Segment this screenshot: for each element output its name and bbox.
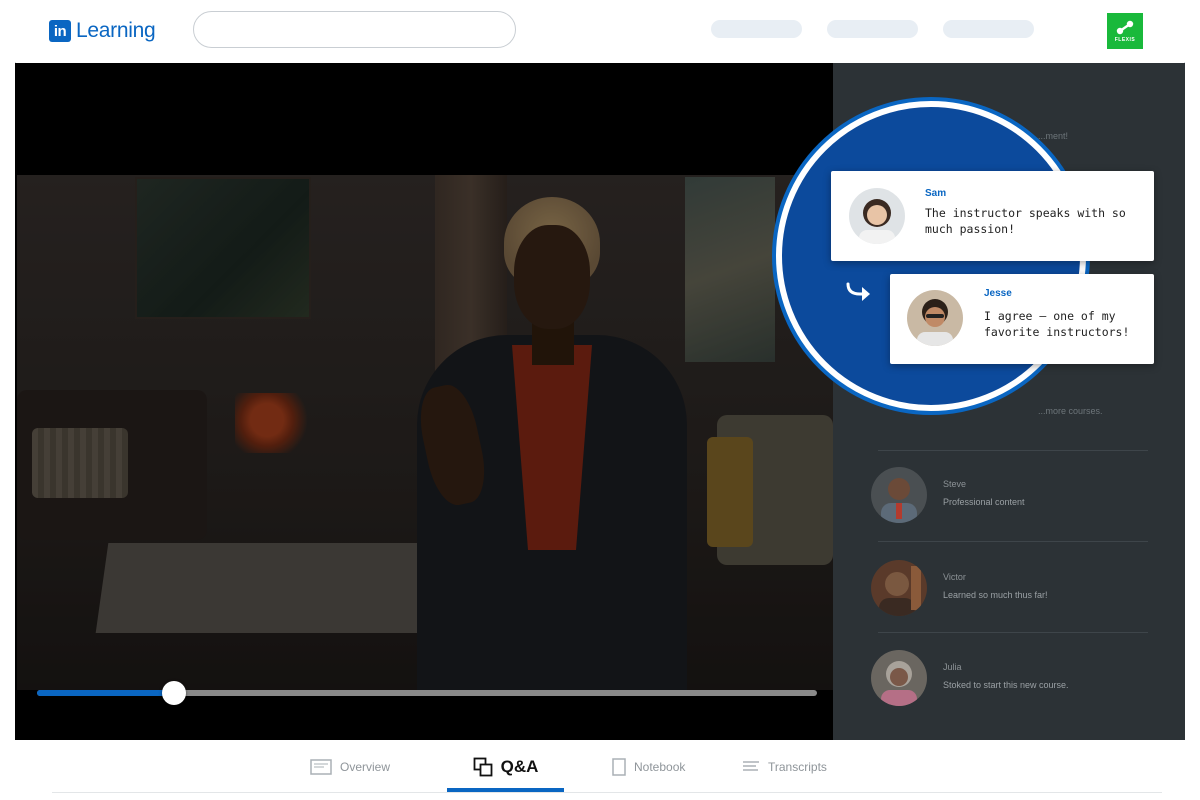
video-progress-bar[interactable] bbox=[37, 681, 817, 705]
progress-scrubber[interactable] bbox=[161, 681, 186, 705]
avatar bbox=[907, 290, 963, 346]
video-dim-overlay bbox=[17, 175, 833, 690]
divider bbox=[878, 632, 1148, 633]
course-tabs: Overview Q&A Notebook Transcripts bbox=[15, 740, 1185, 800]
nav-placeholder-3[interactable] bbox=[943, 20, 1034, 38]
comment-author: Victor bbox=[943, 572, 966, 582]
linkedin-learning-logo[interactable]: in Learning bbox=[49, 18, 156, 44]
tab-notebook[interactable]: Notebook bbox=[612, 754, 685, 780]
avatar-julia-icon bbox=[871, 650, 927, 706]
transcripts-icon bbox=[742, 760, 760, 774]
reply-arrow-icon bbox=[846, 282, 870, 301]
avatar-victor-icon bbox=[871, 560, 927, 616]
progress-fill bbox=[37, 690, 174, 696]
highlighted-comment-card[interactable]: Sam The instructor speaks with so much p… bbox=[831, 171, 1154, 261]
comment-text: Stoked to start this new course. bbox=[943, 680, 1069, 690]
ghost-comment-1: ...ment! bbox=[1038, 131, 1069, 141]
flexis-logo-icon bbox=[1116, 20, 1134, 34]
ghost-comment-2: ...more courses. bbox=[1038, 406, 1103, 416]
tab-transcripts[interactable]: Transcripts bbox=[742, 754, 827, 780]
avatar bbox=[849, 188, 905, 244]
tab-overview[interactable]: Overview bbox=[310, 754, 390, 780]
notebook-icon bbox=[612, 758, 626, 776]
divider bbox=[878, 541, 1148, 542]
search-input[interactable] bbox=[193, 11, 516, 48]
comment-author: Sam bbox=[925, 188, 947, 199]
avatar bbox=[871, 560, 927, 616]
comment-author: Julia bbox=[943, 662, 962, 672]
avatar-steve-icon bbox=[871, 467, 927, 523]
comment-text: Learned so much thus far! bbox=[943, 590, 1048, 600]
tab-qa[interactable]: Q&A bbox=[447, 740, 564, 794]
tab-label: Overview bbox=[340, 760, 391, 774]
qa-icon bbox=[473, 757, 493, 777]
nav-placeholder-1[interactable] bbox=[711, 20, 802, 38]
partner-logo[interactable]: FLEXIS bbox=[1107, 13, 1143, 49]
comment-item[interactable]: Victor Learned so much thus far! bbox=[871, 560, 1151, 630]
tab-label: Transcripts bbox=[768, 760, 827, 774]
comment-item[interactable]: Steve Professional content bbox=[871, 467, 1151, 537]
overview-icon bbox=[310, 759, 332, 775]
linkedin-logo-mark: in bbox=[49, 20, 71, 42]
video-player[interactable] bbox=[15, 63, 833, 740]
comment-author: Steve bbox=[943, 479, 967, 489]
comment-text: Professional content bbox=[943, 497, 1025, 507]
reply-text: I agree – one of my favorite instructors… bbox=[984, 309, 1130, 339]
avatar bbox=[871, 467, 927, 523]
comment-text: The instructor speaks with so much passi… bbox=[925, 206, 1126, 236]
reply-comment-card[interactable]: Jesse I agree – one of my favorite instr… bbox=[890, 274, 1154, 364]
tab-label: Q&A bbox=[500, 757, 539, 776]
logo-text: Learning bbox=[76, 19, 156, 42]
reply-author: Jesse bbox=[984, 288, 1012, 299]
avatar-jesse-icon bbox=[907, 290, 963, 346]
tabs-divider bbox=[52, 792, 1162, 793]
nav-placeholder-2[interactable] bbox=[827, 20, 918, 38]
video-frame bbox=[17, 175, 833, 690]
comment-item[interactable]: Julia Stoked to start this new course. bbox=[871, 650, 1151, 720]
avatar bbox=[871, 650, 927, 706]
divider bbox=[878, 450, 1148, 451]
partner-logo-label: FLEXIS bbox=[1114, 36, 1136, 43]
top-header: in Learning FLEXIS bbox=[15, 0, 1185, 62]
tab-label: Notebook bbox=[634, 760, 686, 774]
avatar-sam-icon bbox=[849, 188, 905, 244]
